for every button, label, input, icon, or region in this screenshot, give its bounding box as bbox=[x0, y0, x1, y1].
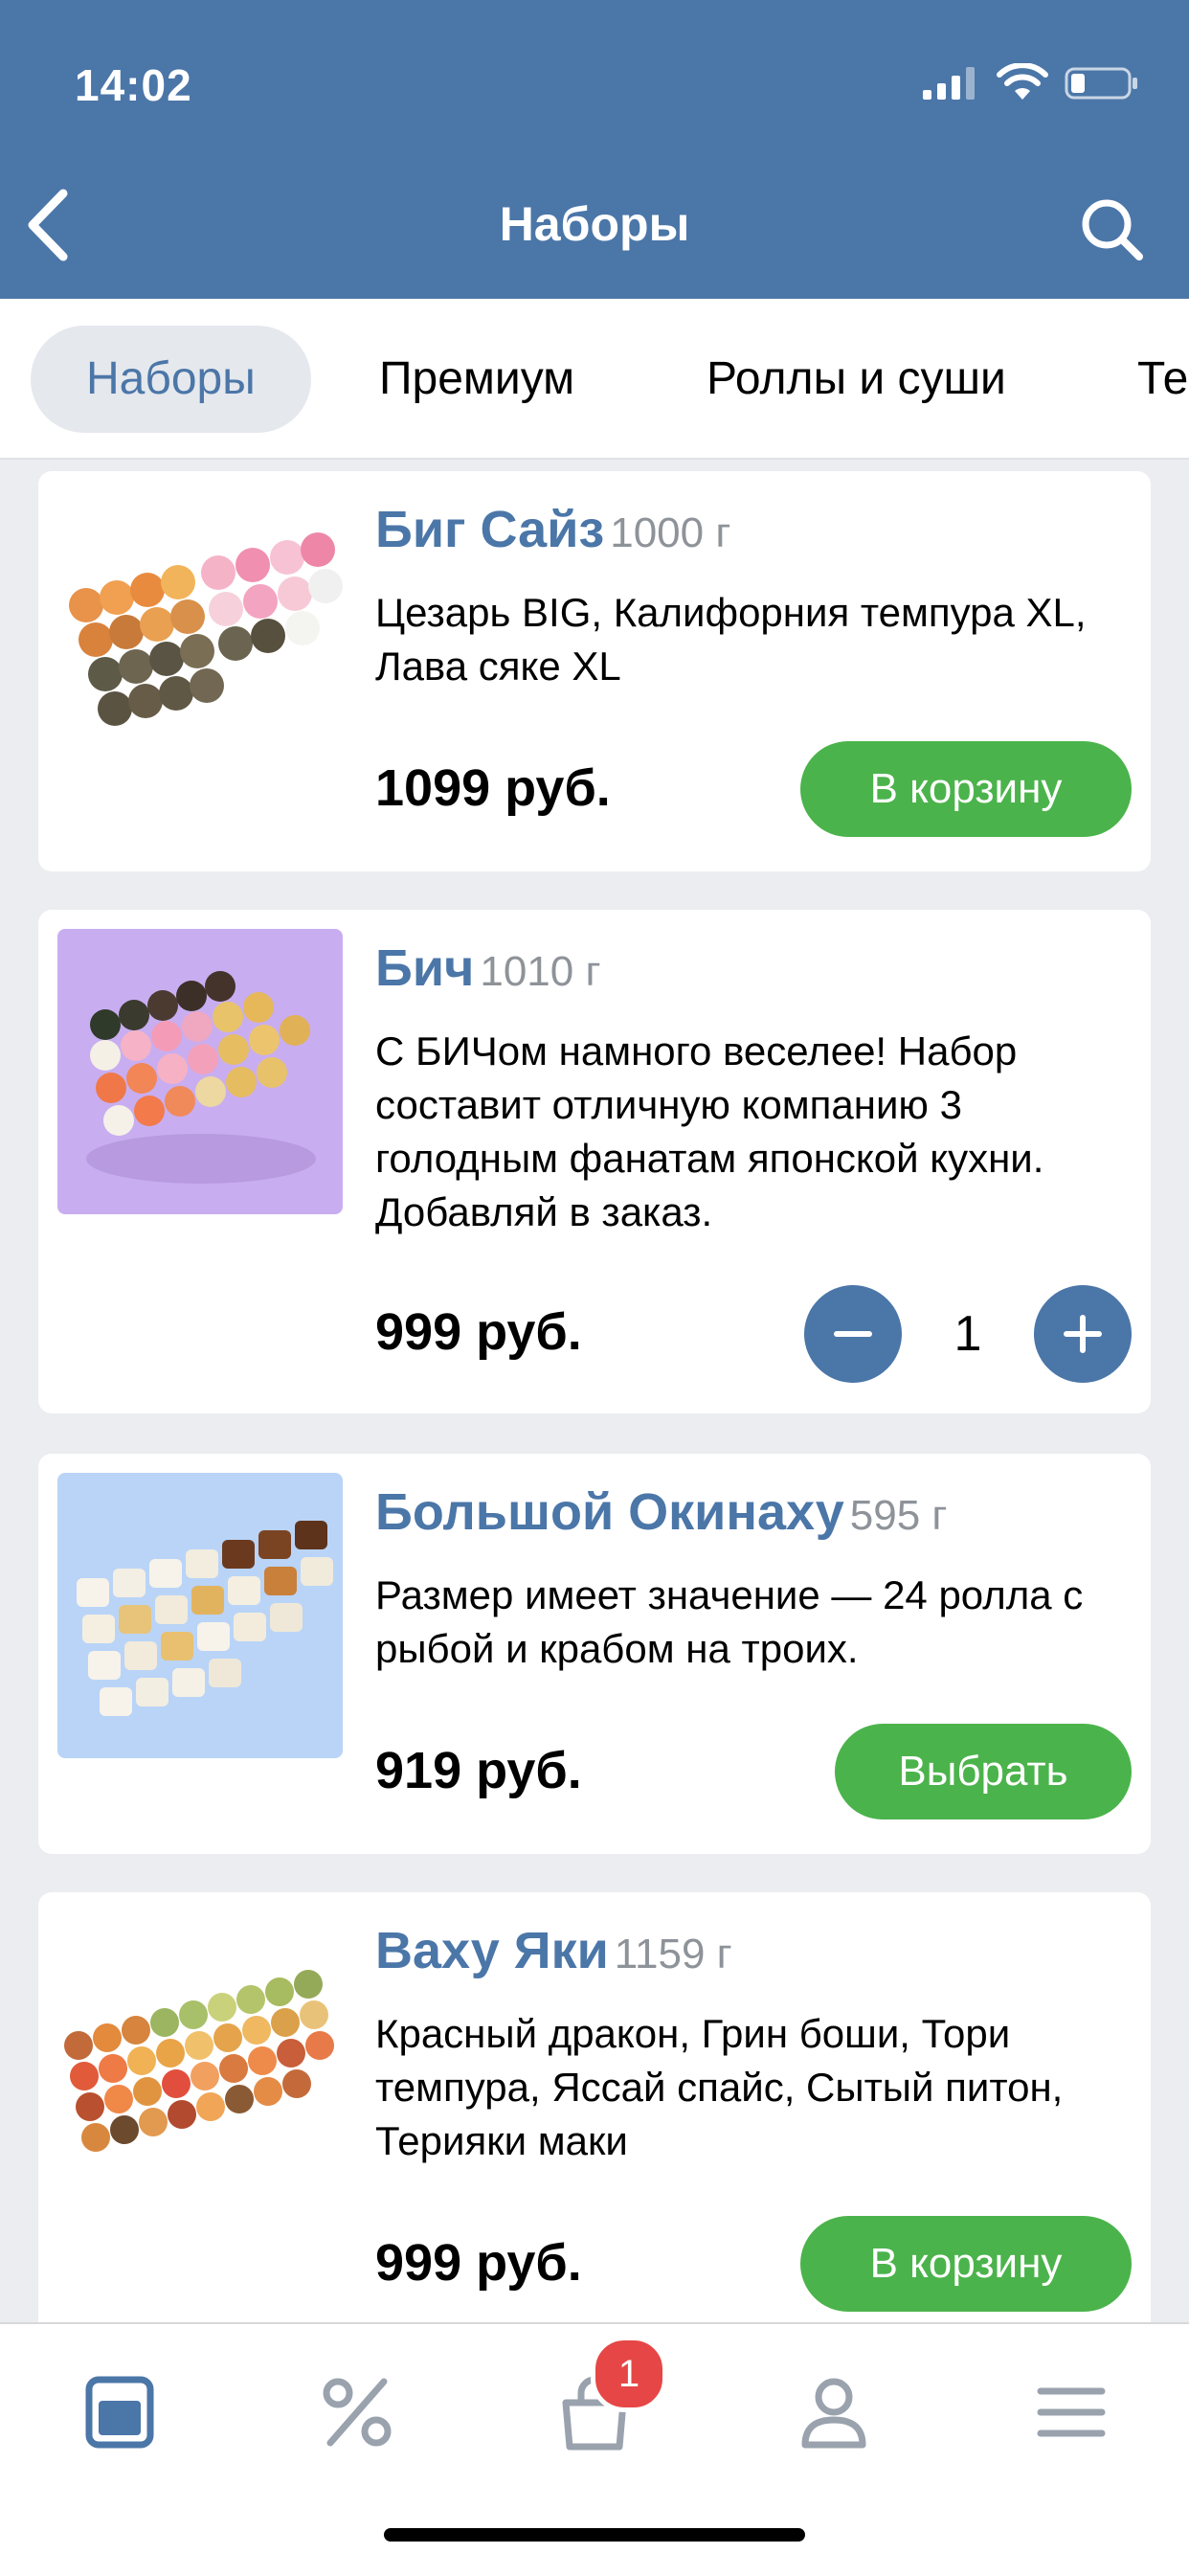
plus-icon bbox=[1064, 1315, 1102, 1353]
product-title: Большой Окинаху bbox=[375, 1483, 844, 1541]
product-image[interactable] bbox=[57, 490, 343, 776]
product-price: 1099 руб. bbox=[375, 759, 611, 817]
product-name[interactable]: Ваху Яки 1159 г bbox=[375, 1921, 732, 1980]
wifi-icon bbox=[997, 63, 1048, 100]
product-description: Цезарь BIG, Калифорния темпура XL, Лава … bbox=[375, 590, 1087, 689]
home-indicator[interactable] bbox=[384, 2528, 805, 2542]
product-title: Бич bbox=[375, 939, 475, 997]
profile-icon bbox=[801, 2378, 866, 2449]
product-weight: 595 г bbox=[849, 1492, 948, 1539]
product-name[interactable]: Бич 1010 г bbox=[375, 938, 601, 998]
product-weight: 1159 г bbox=[614, 1931, 732, 1977]
tab-te[interactable]: Те bbox=[1137, 326, 1188, 433]
tab-rolls-sushi[interactable]: Роллы и суши bbox=[707, 326, 1006, 433]
search-button[interactable] bbox=[1074, 192, 1151, 268]
quantity-stepper: 1 bbox=[804, 1285, 1132, 1385]
product-image[interactable] bbox=[57, 1931, 343, 2216]
product-description: Размер имеет значение — 24 ролла с рыбой… bbox=[375, 1572, 1084, 1671]
sushi-set-image bbox=[86, 971, 316, 1184]
sushi-set-image bbox=[69, 532, 343, 726]
increase-button[interactable] bbox=[1034, 1285, 1132, 1383]
product-list[interactable]: Биг Сайз 1000 г Цезарь BIG, Калифорния те… bbox=[0, 460, 1189, 2322]
product-card[interactable]: Большой Окинаху 595 г Размер имеет значен… bbox=[38, 1454, 1151, 1854]
status-icons bbox=[921, 57, 1189, 105]
nav-profile[interactable] bbox=[786, 2364, 882, 2460]
product-card[interactable]: Бич 1010 г С БИЧом намного веселее! Набор… bbox=[38, 910, 1151, 1413]
decrease-button[interactable] bbox=[804, 1285, 902, 1383]
percent-icon bbox=[323, 2378, 392, 2447]
product-weight: 1000 г bbox=[610, 509, 731, 556]
product-price: 919 руб. bbox=[375, 1742, 582, 1799]
signal-icon bbox=[923, 67, 975, 100]
product-image[interactable] bbox=[57, 1473, 343, 1758]
nav-menu[interactable] bbox=[1023, 2364, 1119, 2460]
product-description: С БИЧом намного веселее! Набор составит … bbox=[375, 1028, 1044, 1234]
product-name[interactable]: Биг Сайз 1000 г bbox=[375, 500, 730, 559]
product-card[interactable]: Ваху Яки 1159 г Красный дракон, Грин боши… bbox=[38, 1892, 1151, 2322]
page-title: Наборы bbox=[499, 197, 690, 251]
app-header: 14:02 Наборы bbox=[0, 0, 1189, 299]
minus-icon bbox=[834, 1331, 872, 1337]
battery-icon bbox=[1065, 67, 1137, 100]
nav-discounts[interactable] bbox=[309, 2364, 405, 2460]
select-button[interactable]: Выбрать bbox=[835, 1724, 1132, 1819]
product-price: 999 руб. bbox=[375, 1303, 582, 1361]
tab-premium[interactable]: Премиум bbox=[379, 326, 574, 433]
status-time: 14:02 bbox=[75, 60, 192, 110]
sushi-set-image bbox=[64, 1970, 334, 2152]
nav-catalog[interactable] bbox=[72, 2364, 168, 2460]
add-to-cart-button[interactable]: В корзину bbox=[800, 741, 1132, 837]
product-name[interactable]: Большой Окинаху 595 г bbox=[375, 1482, 947, 1542]
product-title: Биг Сайз bbox=[375, 501, 605, 558]
menu-icon bbox=[1037, 2387, 1106, 2437]
product-price: 999 руб. bbox=[375, 2234, 582, 2292]
cart-badge: 1 bbox=[591, 2336, 667, 2412]
catalog-icon bbox=[85, 2376, 154, 2449]
search-icon bbox=[1082, 199, 1143, 260]
tab-sets[interactable]: Наборы bbox=[31, 326, 311, 433]
category-tabs: Наборы Премиум Роллы и суши Те bbox=[0, 299, 1189, 460]
product-weight: 1010 г bbox=[480, 948, 601, 995]
quantity-value: 1 bbox=[953, 1306, 982, 1362]
product-title: Ваху Яки bbox=[375, 1922, 609, 1979]
sushi-set-image bbox=[77, 1521, 333, 1716]
add-to-cart-button[interactable]: В корзину bbox=[800, 2216, 1132, 2312]
product-description: Красный дракон, Грин боши, Тори темпура,… bbox=[375, 2011, 1064, 2163]
product-card[interactable]: Биг Сайз 1000 г Цезарь BIG, Калифорния те… bbox=[38, 471, 1151, 871]
product-image[interactable] bbox=[57, 929, 343, 1214]
